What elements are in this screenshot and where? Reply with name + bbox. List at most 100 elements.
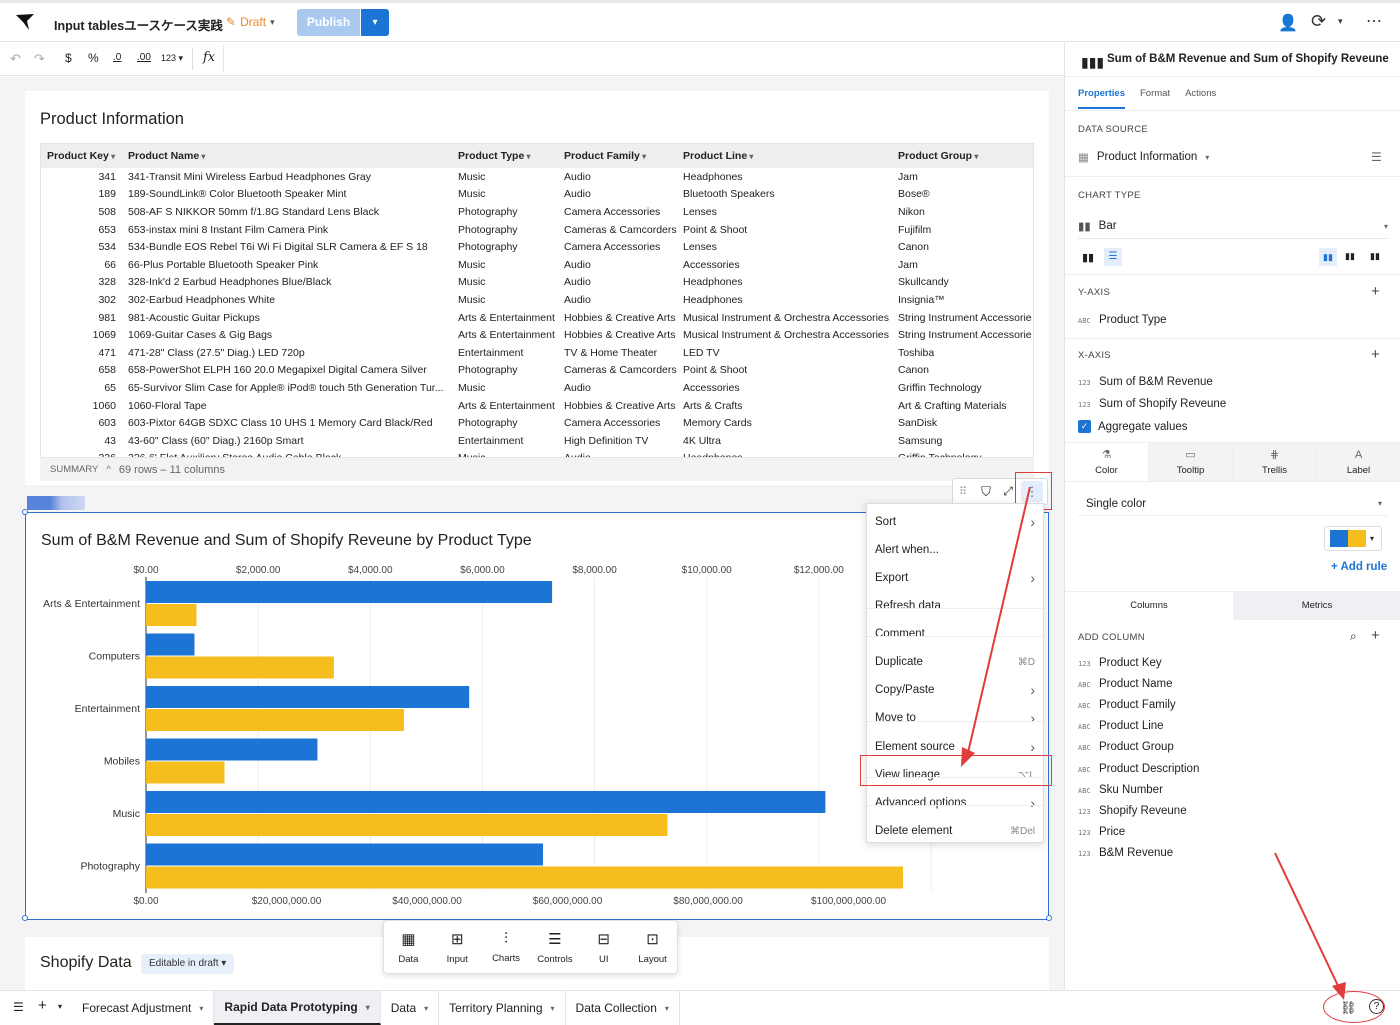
add-column-icon[interactable]: + [1371,627,1380,644]
label-icon: A [1354,448,1363,461]
x-axis-label: X-AXIS [1078,350,1111,361]
y-axis-field[interactable]: ABC Product Type [1078,314,1167,326]
x-axis-field[interactable]: 123 Sum of B&M Revenue [1078,376,1213,388]
orientation-vertical-icon[interactable]: ▮▮ [1082,251,1094,264]
draft-status[interactable]: ✎ Draft ▾ [226,15,275,29]
column-item[interactable]: ABC Product Description [1078,763,1199,775]
tab-color[interactable]: ⚗ Color [1065,443,1149,481]
data-source-select[interactable]: ▦ Product Information ▾ [1078,150,1209,164]
aggregate-checkbox[interactable]: ✓ Aggregate values [1078,420,1188,433]
currency-format-button[interactable]: $ [65,51,72,65]
formula-bar[interactable] [223,45,1049,73]
column-item[interactable]: 123 Price [1078,826,1125,838]
refresh-icon[interactable]: ⟳ [1311,11,1326,32]
orientation-horizontal-icon[interactable]: ☰ [1104,248,1122,266]
increase-decimal-button[interactable]: .00 [137,52,151,63]
app-logo-icon[interactable] [14,12,38,32]
page-tab-label: Data Collection [575,1001,657,1015]
menu-icon[interactable]: ☰ [13,1000,24,1014]
chevron-down-icon: ▾ [1205,152,1210,162]
publish-options-button[interactable]: ▾ [361,9,389,36]
page-tab[interactable]: Data ▾ [381,991,440,1025]
formula-icon[interactable]: fx [203,50,215,65]
page-tab-label: Forecast Adjustment [82,1001,192,1015]
chevron-down-icon[interactable]: ▾ [58,1002,62,1011]
column-item[interactable]: 123 B&M Revenue [1078,847,1173,859]
tooltip-icon: ▭ [1185,449,1196,461]
column-item[interactable]: 123 Product Key [1078,657,1162,669]
list-icon[interactable]: ☰ [1371,150,1382,164]
column-item[interactable]: ABC Product Line [1078,720,1164,732]
column-name: Price [1099,825,1126,838]
chevron-down-icon: ▾ [1370,534,1375,543]
publish-button[interactable]: Publish [297,9,360,36]
page-tab-label: Rapid Data Prototyping [224,1000,358,1014]
tab-label: Color [1095,465,1118,476]
chevron-down-icon[interactable]: ▾ [665,1004,669,1013]
percent-format-button[interactable]: % [88,51,99,65]
stack-none-icon[interactable]: ▮▮ [1319,248,1337,266]
format-toolbar: ↶ ↷ $ % .0 .00 123 ▾ fx [0,42,1064,76]
chevron-down-icon[interactable]: ▾ [366,1003,370,1012]
column-item[interactable]: 123 Shopify Reveune [1078,805,1187,817]
text-type-icon: ABC [1078,317,1091,325]
add-y-axis-icon[interactable]: + [1371,283,1380,300]
add-rule-link[interactable]: + Add rule [1331,561,1387,573]
tab-columns[interactable]: Columns [1065,592,1233,620]
page-tab[interactable]: Forecast Adjustment ▾ [72,991,215,1025]
number-format-label: 123 [161,53,177,63]
annotation-arrow [1274,852,1346,1000]
page-tab[interactable]: Rapid Data Prototyping ▾ [214,991,381,1025]
divider [1065,274,1400,275]
tab-label[interactable]: A Label [1317,443,1400,481]
tab-actions[interactable]: Actions [1185,88,1216,109]
tab-properties[interactable]: Properties [1078,88,1125,109]
add-user-icon[interactable]: 👤 [1278,13,1298,33]
stacked-icon[interactable]: ▮▮ [1345,251,1355,262]
chevron-down-icon[interactable]: ▾ [1338,16,1343,27]
column-name: Product Group [1099,741,1174,754]
stacked-100-icon[interactable]: ▮▮ [1370,251,1380,262]
column-item[interactable]: ABC Product Name [1078,678,1173,690]
more-options-icon[interactable]: ⋯ [1366,11,1382,31]
column-name: Product Name [1099,678,1173,691]
chevron-down-icon[interactable]: ▾ [551,1004,555,1013]
pencil-icon: ✎ [226,15,237,29]
column-item[interactable]: ABC Product Family [1078,699,1176,711]
text-type-icon: ABC [1078,723,1091,732]
text-type-icon: ABC [1078,702,1091,711]
bar-chart-icon: ▮▮▮ [1081,54,1105,70]
color-mode-select[interactable]: Single color ▾ [1078,492,1388,516]
chevron-down-icon[interactable]: ▾ [424,1004,428,1013]
add-page-icon[interactable]: + [38,997,47,1014]
divider [1065,76,1400,77]
x-axis-field[interactable]: 123 Sum of Shopify Reveune [1078,398,1226,410]
column-name: B&M Revenue [1099,846,1174,859]
column-item[interactable]: ABC Sku Number [1078,784,1163,796]
tab-metrics[interactable]: Metrics [1233,592,1400,620]
palette-preview [1330,530,1366,547]
number-format-button[interactable]: 123 ▾ [161,53,183,64]
chevron-down-icon[interactable]: ▾ [199,1004,203,1013]
undo-icon[interactable]: ↶ [10,51,21,67]
number-type-icon: 123 [1078,849,1091,858]
divider [1065,110,1400,111]
add-x-axis-icon[interactable]: + [1371,346,1380,363]
column-item[interactable]: ABC Product Group [1078,741,1174,753]
page-tab[interactable]: Territory Planning ▾ [439,991,566,1025]
tab-tooltip[interactable]: ▭ Tooltip [1149,443,1233,481]
decrease-decimal-button[interactable]: .0 [113,52,121,63]
page-tab[interactable]: Data Collection ▾ [566,991,680,1025]
search-icon[interactable]: ⌕ [1350,629,1357,644]
tab-format[interactable]: Format [1140,88,1170,109]
number-type-icon: 123 [1078,807,1091,816]
color-swatch[interactable]: ▾ [1324,526,1382,551]
redo-icon[interactable]: ↷ [34,51,45,67]
number-type-icon: 123 [1078,379,1091,387]
tab-trellis[interactable]: ⋕ Trellis [1233,443,1317,481]
top-bar: Input tablesユースケース実践 ✎ Draft ▾ Publish ▾… [0,0,1400,42]
workbook-title[interactable]: Input tablesユースケース実践 [54,15,223,34]
chart-type-select[interactable]: ▮▮ Bar ▾ [1078,214,1388,239]
checkbox-checked-icon: ✓ [1078,420,1091,433]
page-tab-label: Data [390,1001,417,1015]
